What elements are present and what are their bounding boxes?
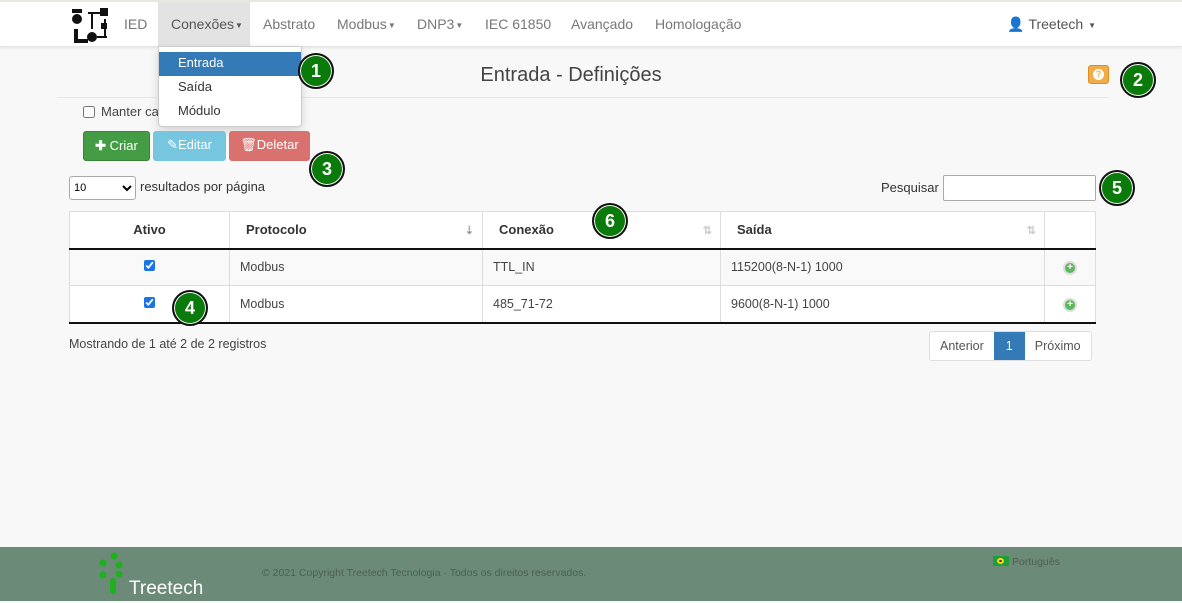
search-label: Pesquisar <box>881 180 939 195</box>
nav-conexoes[interactable]: Conexões▼ <box>158 2 250 47</box>
action-cell: + <box>1044 285 1096 324</box>
nav-label: Modbus <box>337 16 387 32</box>
edit-label: Editar <box>177 137 212 152</box>
pagination: Anterior 1 Próximo <box>929 331 1092 361</box>
protocol-cell: Modbus <box>229 285 483 324</box>
keep-checkbox-label[interactable]: Manter car <box>83 104 163 119</box>
delete-label: Deletar <box>256 137 299 152</box>
entries-table: Ativo Protocolo ⇣ Conexão ⇅ Saída ⇅ Modbus … <box>69 211 1096 324</box>
sort-icon: ⇅ <box>702 225 712 237</box>
table-info: Mostrando de 1 até 2 de 2 registros <box>69 337 267 351</box>
sort-icon: ⇅ <box>1026 225 1036 237</box>
protocol-cell: Modbus <box>229 248 483 286</box>
treetech-logo: Treetech <box>99 552 202 598</box>
nav-label: Conexões <box>171 16 235 32</box>
language-label: Português <box>1012 556 1060 568</box>
language-selector[interactable]: Português <box>993 556 1060 568</box>
plus-icon: ✚ <box>95 138 107 153</box>
connection-cell: 485_71-72 <box>482 285 721 324</box>
col-saida[interactable]: Saída ⇅ <box>720 211 1045 250</box>
annotation-badge-1: 1 <box>298 53 334 89</box>
output-cell: 115200(8-N-1) 1000 <box>720 248 1045 286</box>
footer: Treetech © 2021 Copyright Treetech Tecno… <box>0 547 1182 601</box>
connection-cell: TTL_IN <box>482 248 721 286</box>
annotation-badge-4: 4 <box>172 290 208 326</box>
annotation-badge-3: 3 <box>309 151 345 187</box>
user-icon: 👤 <box>1007 16 1025 32</box>
search-box: Pesquisar <box>881 175 1096 201</box>
nav-label: DNP3 <box>417 16 455 32</box>
table-row[interactable]: Modbus 485_71-72 9600(8-N-1) 1000 + <box>69 285 1096 324</box>
user-name: Treetech <box>1028 16 1084 32</box>
caret-down-icon: ▼ <box>387 20 396 30</box>
active-cell <box>69 248 230 286</box>
annotation-badge-6: 6 <box>592 203 628 239</box>
caret-down-icon: ▼ <box>455 20 464 30</box>
create-button[interactable]: ✚ Criar <box>83 131 150 161</box>
next-page-button[interactable]: Próximo <box>1025 332 1091 360</box>
header-label: Protocolo <box>246 222 307 238</box>
col-ativo[interactable]: Ativo <box>69 211 230 250</box>
caret-down-icon: ▼ <box>1088 20 1096 30</box>
page-length: 10 resultados por página <box>69 176 265 200</box>
col-actions <box>1044 211 1096 250</box>
table-row[interactable]: Modbus TTL_IN 115200(8-N-1) 1000 + <box>69 248 1096 286</box>
copyright: © 2021 Copyright Treetech Tecnologia · T… <box>262 567 587 579</box>
expand-plus-icon[interactable]: + <box>1063 297 1077 312</box>
nav-iec61850[interactable]: IEC 61850 <box>472 2 564 47</box>
conexoes-dropdown: Entrada Saída Módulo <box>158 46 302 127</box>
delete-button[interactable]: 🗑Deletar <box>229 131 310 161</box>
dropdown-item-saida[interactable]: Saída <box>159 76 301 100</box>
page-length-select[interactable]: 10 <box>69 176 136 200</box>
page-length-label: resultados por página <box>140 179 266 194</box>
question-icon: ? <box>1093 69 1104 80</box>
nav-homologacao[interactable]: Homologação <box>642 2 754 47</box>
search-input[interactable] <box>943 175 1096 201</box>
action-cell: + <box>1044 248 1096 286</box>
page-1-button[interactable]: 1 <box>993 332 1025 360</box>
active-checkbox[interactable] <box>144 260 155 272</box>
nav-ied[interactable]: IED <box>111 2 160 47</box>
keep-label: Manter car <box>101 104 164 119</box>
dropdown-item-entrada[interactable]: Entrada <box>159 52 301 76</box>
help-button[interactable]: ? <box>1088 65 1109 84</box>
annotation-badge-2: 2 <box>1120 62 1156 98</box>
svg-text:Treetech: Treetech <box>129 578 202 598</box>
edit-button[interactable]: ✎Editar <box>153 131 226 161</box>
header-label: Conexão <box>499 222 554 238</box>
nav-dnp3[interactable]: DNP3▼ <box>404 2 476 47</box>
annotation-badge-5: 5 <box>1099 170 1135 206</box>
active-checkbox[interactable] <box>144 296 155 308</box>
trash-icon: 🗑 <box>240 137 257 152</box>
user-menu[interactable]: 👤 Treetech ▼ <box>1007 2 1096 48</box>
prev-page-button[interactable]: Anterior <box>930 332 994 360</box>
output-cell: 9600(8-N-1) 1000 <box>720 285 1045 324</box>
brazil-flag-icon <box>993 556 1009 566</box>
keep-checkbox[interactable] <box>83 106 95 118</box>
pencil-icon: ✎ <box>167 137 178 152</box>
header-label: Saída <box>737 222 772 238</box>
sort-asc-icon: ⇣ <box>464 225 474 237</box>
create-label: Criar <box>109 138 138 153</box>
dropdown-item-modulo[interactable]: Módulo <box>159 100 301 124</box>
expand-plus-icon[interactable]: + <box>1063 261 1077 276</box>
col-protocolo[interactable]: Protocolo ⇣ <box>229 211 483 250</box>
nav-abstrato[interactable]: Abstrato <box>250 2 328 47</box>
nav-modbus[interactable]: Modbus▼ <box>324 2 409 47</box>
nav-avancado[interactable]: Avançado <box>558 2 646 47</box>
navbar: IED Conexões▼ Abstrato Modbus▼ DNP3▼ IEC… <box>0 0 1182 47</box>
app-logo[interactable] <box>70 7 110 45</box>
caret-down-icon: ▼ <box>235 20 243 30</box>
